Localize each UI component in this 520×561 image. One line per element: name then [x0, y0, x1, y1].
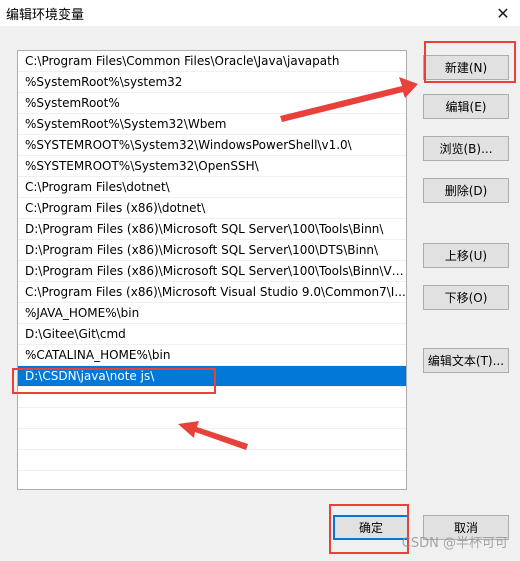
list-item[interactable]: %SystemRoot%\System32\Wbem [18, 114, 406, 135]
cancel-button[interactable]: 取消 [423, 515, 509, 540]
list-item-empty[interactable] [18, 450, 406, 471]
list-item[interactable]: %CATALINA_HOME%\bin [18, 345, 406, 366]
list-item[interactable]: %SystemRoot% [18, 93, 406, 114]
list-item[interactable]: D:\CSDN\java\note js\ [18, 366, 406, 387]
edit-text-button[interactable]: 编辑文本(T)... [423, 348, 509, 373]
ok-button[interactable]: 确定 [333, 515, 409, 540]
move-down-button[interactable]: 下移(O) [423, 285, 509, 310]
edit-button[interactable]: 编辑(E) [423, 94, 509, 119]
delete-button[interactable]: 删除(D) [423, 178, 509, 203]
list-item-empty[interactable] [18, 408, 406, 429]
new-button[interactable]: 新建(N) [423, 55, 509, 80]
window-title: 编辑环境变量 [6, 8, 85, 23]
list-item[interactable]: %SYSTEMROOT%\System32\OpenSSH\ [18, 156, 406, 177]
browse-button[interactable]: 浏览(B)... [423, 136, 509, 161]
move-up-button[interactable]: 上移(U) [423, 243, 509, 268]
list-item[interactable]: D:\Program Files (x86)\Microsoft SQL Ser… [18, 219, 406, 240]
list-item[interactable]: D:\Gitee\Git\cmd [18, 324, 406, 345]
list-item[interactable]: C:\Program Files\dotnet\ [18, 177, 406, 198]
path-list[interactable]: C:\Program Files\Common Files\Oracle\Jav… [17, 50, 407, 490]
title-bar[interactable]: 编辑环境变量 ✕ [0, 0, 520, 26]
list-item[interactable]: %SYSTEMROOT%\System32\WindowsPowerShell\… [18, 135, 406, 156]
list-item-empty[interactable] [18, 429, 406, 450]
list-item[interactable]: C:\Program Files\Common Files\Oracle\Jav… [18, 51, 406, 72]
list-item[interactable]: C:\Program Files (x86)\dotnet\ [18, 198, 406, 219]
list-item[interactable]: %JAVA_HOME%\bin [18, 303, 406, 324]
list-item[interactable]: D:\Program Files (x86)\Microsoft SQL Ser… [18, 261, 406, 282]
list-item-empty[interactable] [18, 387, 406, 408]
list-item-empty[interactable] [18, 471, 406, 489]
list-item[interactable]: %SystemRoot%\system32 [18, 72, 406, 93]
list-item[interactable]: C:\Program Files (x86)\Microsoft Visual … [18, 282, 406, 303]
close-icon[interactable]: ✕ [490, 0, 516, 26]
edit-env-var-dialog: 编辑环境变量 ✕ C:\Program Files\Common Files\O… [0, 0, 520, 561]
list-item[interactable]: D:\Program Files (x86)\Microsoft SQL Ser… [18, 240, 406, 261]
